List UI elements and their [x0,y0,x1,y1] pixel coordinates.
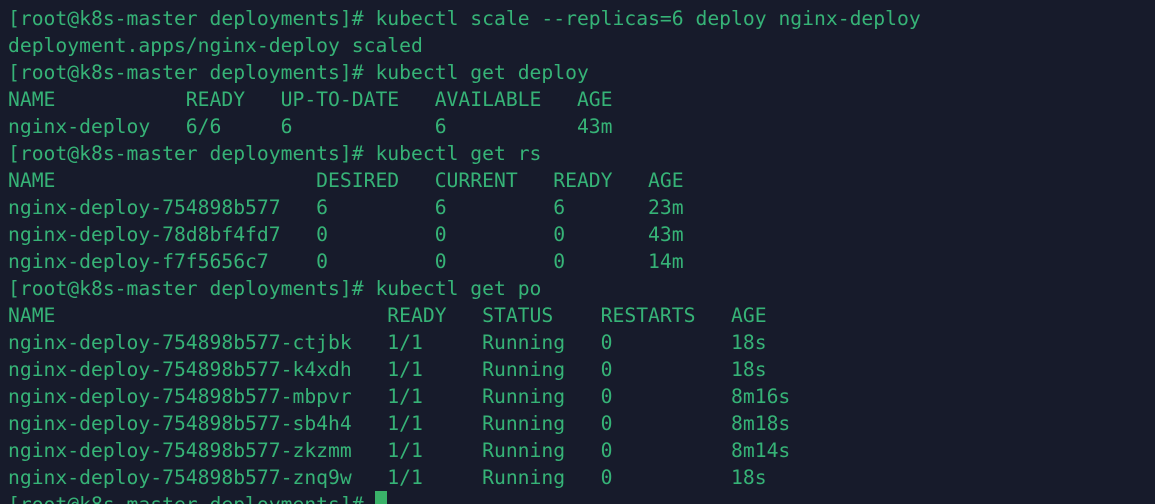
output-line: deployment.apps/nginx-deploy scaled [8,32,1155,59]
terminal[interactable]: [root@k8s-master deployments]# kubectl s… [0,0,1155,504]
prompt-line: [root@k8s-master deployments]# kubectl s… [8,5,1155,32]
table-row: nginx-deploy-754898b577-zkzmm 1/1 Runnin… [8,439,790,462]
shell-command: kubectl get deploy [375,61,588,84]
table-row-line: nginx-deploy-754898b577-k4xdh 1/1 Runnin… [8,356,1155,383]
table-row-line: nginx-deploy-78d8bf4fd7 0 0 0 43m [8,221,1155,248]
table-row-line: nginx-deploy 6/6 6 6 43m [8,113,1155,140]
table-row: nginx-deploy-754898b577-ctjbk 1/1 Runnin… [8,331,767,354]
table-row: nginx-deploy-78d8bf4fd7 0 0 0 43m [8,223,684,246]
shell-prompt: [root@k8s-master deployments]# [8,493,364,504]
terminal-cursor [375,491,387,504]
shell-prompt: [root@k8s-master deployments]# [8,61,364,84]
table-header-line: NAME READY STATUS RESTARTS AGE [8,302,1155,329]
table-header-line: NAME READY UP-TO-DATE AVAILABLE AGE [8,86,1155,113]
table-row-line: nginx-deploy-754898b577-ctjbk 1/1 Runnin… [8,329,1155,356]
table-row-line: nginx-deploy-754898b577 6 6 6 23m [8,194,1155,221]
table-row-line: nginx-deploy-754898b577-zkzmm 1/1 Runnin… [8,437,1155,464]
table-row-line: nginx-deploy-754898b577-znq9w 1/1 Runnin… [8,464,1155,491]
table-row: nginx-deploy-754898b577-k4xdh 1/1 Runnin… [8,358,767,381]
table-row: nginx-deploy-754898b577-znq9w 1/1 Runnin… [8,466,767,489]
prompt-line: [root@k8s-master deployments]# kubectl g… [8,275,1155,302]
command-output: deployment.apps/nginx-deploy scaled [8,34,423,57]
shell-prompt: [root@k8s-master deployments]# [8,142,364,165]
table-header: NAME READY STATUS RESTARTS AGE [8,304,767,327]
table-header-line: NAME DESIRED CURRENT READY AGE [8,167,1155,194]
table-header: NAME READY UP-TO-DATE AVAILABLE AGE [8,88,613,111]
shell-prompt: [root@k8s-master deployments]# [8,277,364,300]
table-header: NAME DESIRED CURRENT READY AGE [8,169,684,192]
table-row: nginx-deploy-754898b577-sb4h4 1/1 Runnin… [8,412,790,435]
table-row-line: nginx-deploy-754898b577-mbpvr 1/1 Runnin… [8,383,1155,410]
prompt-line: [root@k8s-master deployments]# kubectl g… [8,59,1155,86]
shell-command: kubectl scale --replicas=6 deploy nginx-… [375,7,920,30]
shell-command: kubectl get rs [375,142,541,165]
table-row: nginx-deploy-754898b577 6 6 6 23m [8,196,684,219]
table-row: nginx-deploy-754898b577-mbpvr 1/1 Runnin… [8,385,790,408]
table-row-line: nginx-deploy-754898b577-sb4h4 1/1 Runnin… [8,410,1155,437]
shell-prompt: [root@k8s-master deployments]# [8,7,364,30]
shell-command: kubectl get po [375,277,541,300]
prompt-line: [root@k8s-master deployments]# kubectl g… [8,140,1155,167]
prompt-line: [root@k8s-master deployments]# [8,491,1155,504]
table-row-line: nginx-deploy-f7f5656c7 0 0 0 14m [8,248,1155,275]
table-row: nginx-deploy-f7f5656c7 0 0 0 14m [8,250,684,273]
table-row: nginx-deploy 6/6 6 6 43m [8,115,613,138]
